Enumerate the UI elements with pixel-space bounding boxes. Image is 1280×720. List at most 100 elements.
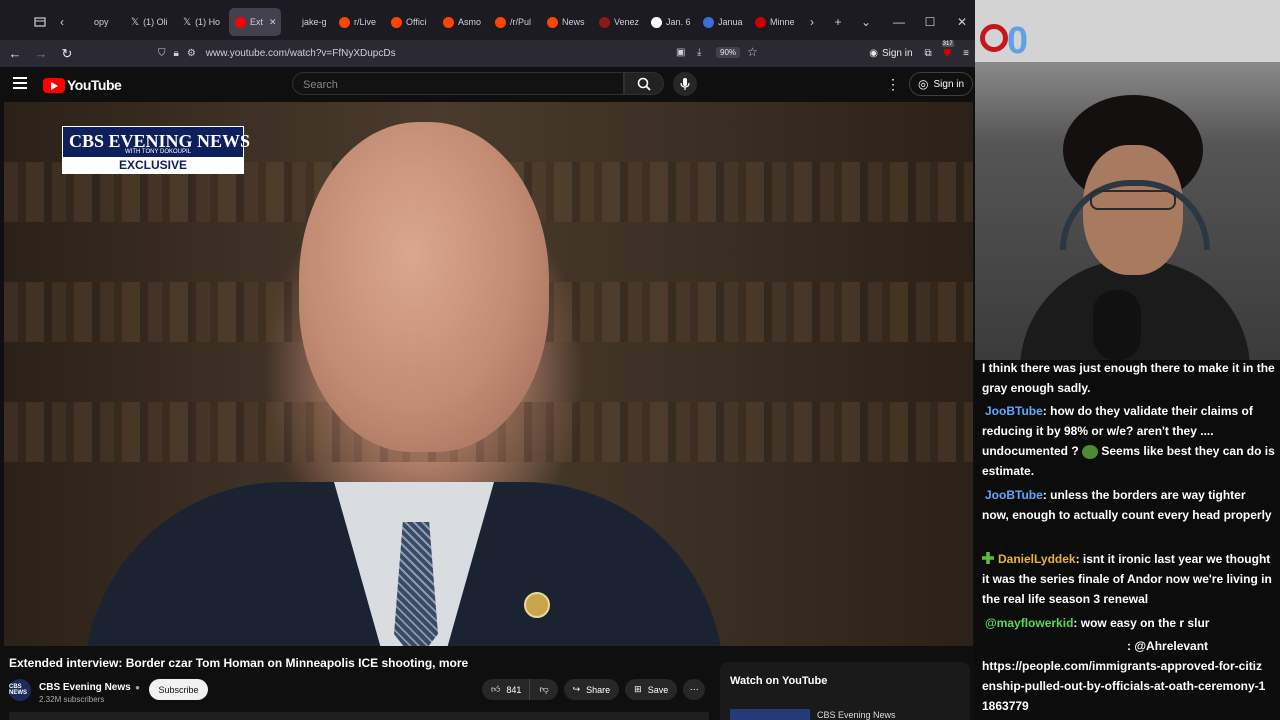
chat-message: : @Ahrelevant https://people.com/immigra… [982,636,1275,716]
tab-item[interactable]: News [541,8,593,36]
search-icon [637,77,651,91]
tab-item[interactable]: Janua [697,8,749,36]
bookmark-icon: ⊞ [634,684,642,694]
channel-name[interactable]: CBS Evening News [39,682,131,693]
tab-item[interactable]: jake-g [281,8,333,36]
save-label: Save [647,684,669,695]
youtube-logo[interactable]: YouTube [43,77,122,93]
ublock-icon[interactable]: ⛊ 317 [941,41,954,59]
reddit-favicon-icon [443,16,454,28]
youtube-play-icon [43,77,65,93]
tab-item[interactable]: /r/Pul [489,8,541,36]
tab-label: Asmo [458,17,482,27]
maximize-icon[interactable]: ☐ [914,0,946,44]
recommended-thumbnail[interactable] [730,709,810,720]
chat-username[interactable]: JooBTube [985,488,1043,502]
url-text[interactable]: www.youtube.com/watch?v=FfNyXDupcDs [206,48,396,59]
save-button[interactable]: ⊞ Save [625,679,678,700]
zoom-level[interactable]: 90% [716,47,741,58]
account-icon: ◉ [869,48,878,59]
minimize-icon[interactable]: — [883,0,915,44]
abc-favicon-icon [651,16,662,28]
new-tab-icon[interactable]: + [827,11,849,33]
close-window-icon[interactable]: ✕ [946,0,975,44]
tab-item[interactable]: Jan. 6 [645,8,697,36]
search-input[interactable] [293,73,605,96]
reddit-favicon-icon [339,16,350,28]
tab-favicon-icon [703,16,714,28]
permissions-icon[interactable]: ⚙ [187,48,196,59]
video-player[interactable]: CBS EVENING NEWS WITH TONY DOKOUPIL EXCL… [4,102,973,646]
extensions-icon[interactable]: ⧉ [925,48,932,59]
browser-window: ‹ opy 𝕏 (1) Oli 𝕏 (1) Ho Ext ✕ jake-g r/Liv… [0,0,975,720]
tab-item[interactable]: Asmo [437,8,489,36]
back-icon[interactable]: ← [2,41,28,67]
interviewee-head [299,122,549,452]
dislike-button[interactable]: 👎︎ [529,679,558,700]
share-button[interactable]: ↪ Share [563,679,620,700]
tab-label: Jan. 6 [666,17,691,27]
tab-label: News [562,17,585,27]
chat-panel: I think there was just enough there to m… [975,360,1280,720]
user-circle-icon: ◎ [918,77,929,91]
chat-message: DanielLyddek: isnt it ironic last year w… [982,549,1275,609]
download-icon[interactable]: ⤓ [697,47,701,58]
tab-active[interactable]: Ext ✕ [229,8,281,36]
account-signin[interactable]: ◉ Sign in [869,48,912,59]
reload-icon[interactable]: ↻ [54,41,80,67]
chat-username[interactable]: @mayflowerkid [985,616,1073,630]
chat-link-text[interactable]: https://people.com/immigrants-approved-f… [982,656,1267,716]
guide-menu-icon[interactable] [13,77,27,89]
chat-username[interactable]: JooBTube [985,404,1043,418]
tab-item[interactable]: Minne [749,8,801,36]
forward-icon[interactable]: → [28,41,54,67]
toolbar-right: ◉ Sign in ⧉ ⛊ 317 ≡ [869,40,969,67]
bookmark-star-icon[interactable]: ☆ [747,45,758,59]
share-label: Share [586,684,611,695]
chat-message: @mayflowerkid: wow easy on the r slur [982,613,1275,633]
red-ring-logo-icon [980,24,1008,52]
cbs-news-badge: CBS EVENING NEWS WITH TONY DOKOUPIL EXCL… [62,126,250,174]
tab-item[interactable]: r/Live [333,8,385,36]
close-tab-icon[interactable]: ✕ [269,17,277,28]
tab-label: (1) Oli [143,17,168,27]
extension-badge: 317 [941,41,954,47]
scroll-tabs-right-icon[interactable]: › [801,11,823,33]
more-actions-button[interactable]: ⋯ [683,679,706,700]
lock-icon[interactable]: 🔒︎ [174,48,179,59]
scroll-tabs-left-icon[interactable]: ‹ [51,11,73,33]
chat-message: JooBTube: unless the borders are way tig… [982,485,1275,525]
settings-more-icon[interactable]: ⋮ [886,76,900,93]
tab-item[interactable]: Offici [385,8,437,36]
account-signin-label: Sign in [881,48,913,59]
youtube-signin-button[interactable]: ◎ Sign in [909,72,974,96]
watch-panel-title: Watch on YouTube [730,675,828,687]
cnn-favicon-icon [755,16,766,28]
like-button[interactable]: 👍︎ 841 [482,679,530,700]
tab-item[interactable]: 𝕏 (1) Ho [177,8,229,36]
shield-icon[interactable]: ⛉ [158,48,166,59]
youtube-signin-label: Sign in [933,78,965,90]
chat-message: I think there was just enough there to m… [982,358,1275,398]
tab-item[interactable]: 𝕏 (1) Oli [125,8,177,36]
tab-item[interactable]: Venez [593,8,645,36]
verified-icon: ● [135,682,140,692]
lapel-pin [524,592,550,618]
channel-avatar[interactable]: CBS NEWS [9,679,31,701]
tab-label: jake-g [302,17,327,27]
search-button[interactable] [624,72,664,95]
list-tabs-icon[interactable]: ⌄ [855,11,877,33]
overlay-counter: 0 [1007,20,1029,62]
voice-search-button[interactable] [673,72,697,96]
channel-info: CBS NEWS CBS Evening News ● 2.32M subscr… [9,678,140,704]
watch-on-youtube-panel[interactable]: Watch on YouTube CBS Evening News [720,662,970,720]
chat-username[interactable]: DanielLyddek [998,552,1076,566]
picture-in-picture-icon[interactable]: ▣ [676,47,685,58]
subscribe-button[interactable]: Subscribe [149,679,208,700]
webcam-overlay: 0 [975,0,1280,360]
tab-item[interactable]: opy [73,8,125,36]
tab-overview-icon[interactable] [29,11,51,33]
app-menu-icon[interactable]: ≡ [963,48,969,59]
x-logo-icon: 𝕏 [131,16,140,28]
search-box[interactable] [292,72,624,96]
